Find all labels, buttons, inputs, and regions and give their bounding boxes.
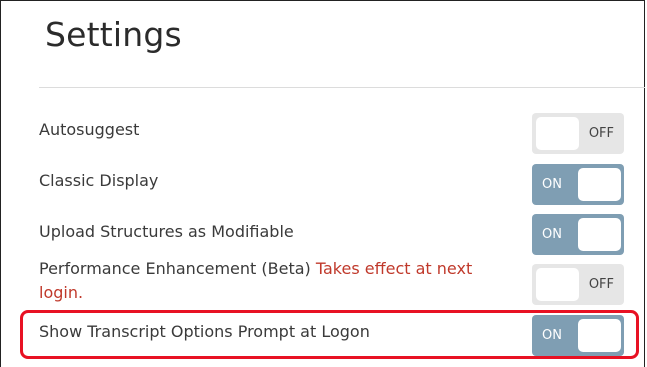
page-title: Settings xyxy=(45,15,182,54)
divider xyxy=(39,87,645,88)
toggle-state-text: ON xyxy=(542,177,562,192)
toggle-state-text: ON xyxy=(542,227,562,242)
highlight-annotation-box xyxy=(20,310,639,359)
setting-label-autosuggest: Autosuggest xyxy=(39,120,140,139)
toggle-knob xyxy=(578,218,621,251)
setting-label-performance-enhancement: Performance Enhancement (Beta) Takes eff… xyxy=(39,257,509,305)
toggle-knob xyxy=(536,117,579,150)
setting-label-classic-display: Classic Display xyxy=(39,171,159,190)
setting-label-text: Performance Enhancement (Beta) xyxy=(39,259,311,278)
classic-display-toggle[interactable]: ON xyxy=(532,164,624,205)
settings-panel: Settings Autosuggest OFF Classic Display… xyxy=(0,0,645,367)
toggle-state-text: OFF xyxy=(588,126,614,141)
setting-label-upload-structures: Upload Structures as Modifiable xyxy=(39,222,294,241)
performance-enhancement-toggle[interactable]: OFF xyxy=(532,264,624,305)
upload-structures-toggle[interactable]: ON xyxy=(532,214,624,255)
autosuggest-toggle[interactable]: OFF xyxy=(532,113,624,154)
toggle-knob xyxy=(578,168,621,201)
toggle-state-text: OFF xyxy=(588,277,614,292)
toggle-knob xyxy=(536,268,579,301)
